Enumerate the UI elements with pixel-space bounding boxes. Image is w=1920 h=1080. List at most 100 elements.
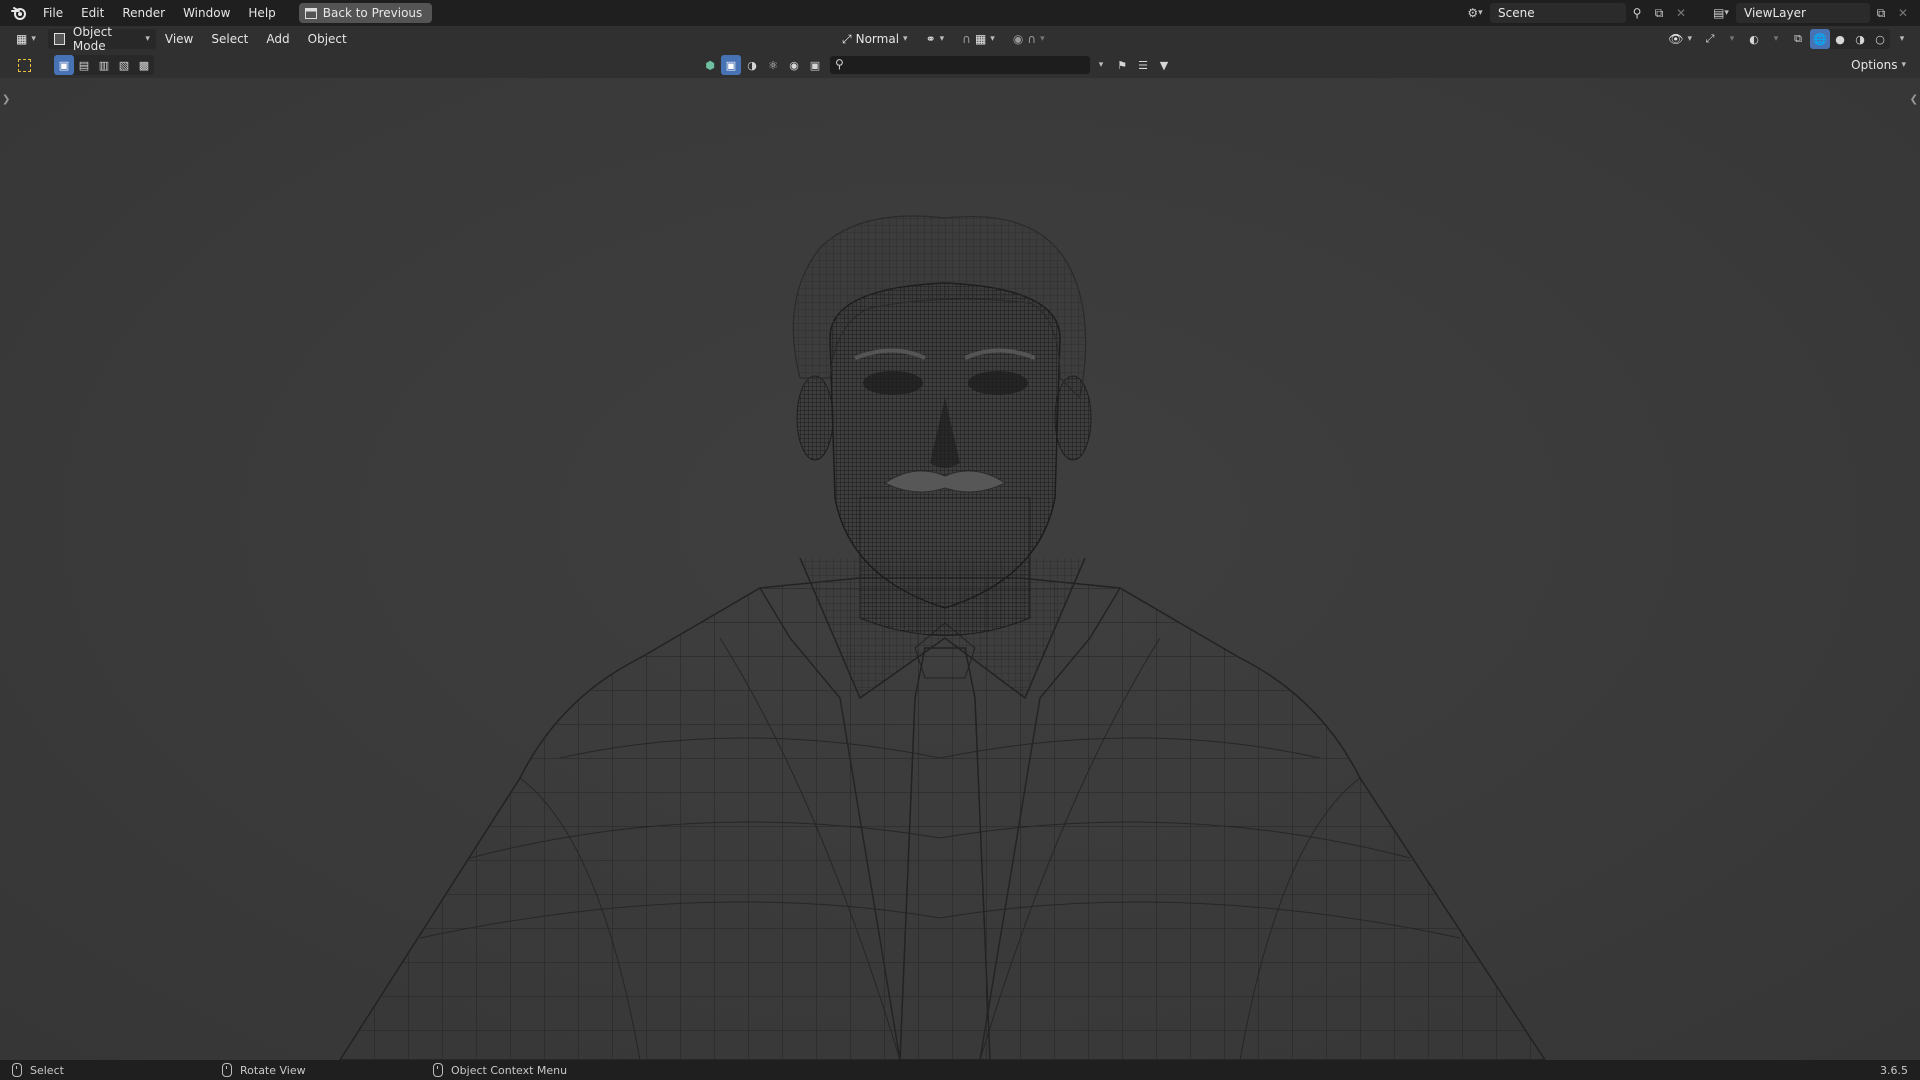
- square-icon: ▣: [725, 58, 737, 72]
- screen-back-icon: [304, 7, 317, 19]
- filter-funnel-icon: ▼: [1159, 58, 1169, 72]
- back-to-previous-label: Back to Previous: [322, 6, 423, 20]
- viewport-search-input[interactable]: ⚲: [830, 56, 1090, 74]
- wireframe-icon: 🌐: [1813, 32, 1827, 46]
- extend-selection-button[interactable]: ▤: [74, 55, 94, 75]
- wireframe-shading-button[interactable]: 🌐: [1810, 29, 1830, 49]
- solid-shading-button[interactable]: ●: [1830, 29, 1850, 49]
- orientation-icon: ⤢: [842, 31, 852, 46]
- mouse-middle-icon: [222, 1063, 232, 1077]
- blender-logo-icon[interactable]: [8, 2, 30, 24]
- transform-orientation-label: Normal: [855, 32, 900, 46]
- active-tool-icon[interactable]: [14, 55, 34, 75]
- select-extend-icon: ▤: [78, 58, 90, 72]
- overlays-toggle[interactable]: ◐: [1744, 29, 1764, 49]
- gizmo-dropdown[interactable]: ▾: [1722, 29, 1742, 49]
- mouse-left-icon: [12, 1063, 22, 1077]
- menu-render[interactable]: Render: [113, 0, 174, 26]
- topbar-right: ⚙ ▾ Scene ⚲ ⧉ ✕ ▤ ▾ ViewLayer ⧉ ✕: [1460, 0, 1920, 26]
- header-menu-add[interactable]: Add: [257, 26, 298, 52]
- subtract-selection-button[interactable]: ▥: [94, 55, 114, 75]
- select-invert-icon: ▧: [118, 58, 130, 72]
- view-layer-selector: ▤ ▾ ViewLayer ⧉ ✕: [1706, 3, 1920, 23]
- solid-sphere-icon: ●: [1835, 32, 1845, 46]
- mouse-right-icon: [433, 1063, 443, 1077]
- set-new-selection-button[interactable]: ▣: [54, 55, 74, 75]
- back-to-previous-button[interactable]: Back to Previous: [298, 3, 433, 23]
- pin-icon[interactable]: ⚲: [1626, 3, 1648, 23]
- view-layer-name: ViewLayer: [1744, 6, 1806, 20]
- viewport-header: ▦ ▾ Object Mode ▾ View Select Add Object …: [0, 25, 1920, 53]
- pivot-icon: ⚭: [925, 32, 936, 46]
- pivot-point-dropdown[interactable]: ⚭ ▾: [920, 29, 951, 49]
- mode-label: Object Mode: [72, 25, 113, 53]
- scene-name-field[interactable]: Scene: [1490, 3, 1626, 23]
- search-icon: ⚲: [835, 57, 844, 71]
- status-middle-click: Rotate View: [222, 1063, 306, 1077]
- snap-toggle[interactable]: ∩ ▦ ▾: [956, 29, 1001, 49]
- wireframe-character-model[interactable]: [0, 78, 1920, 1060]
- scene-browse-icon[interactable]: ⚙ ▾: [1460, 3, 1490, 23]
- mode-dropdown[interactable]: Object Mode ▾: [47, 25, 156, 53]
- select-new-icon: ▣: [58, 58, 70, 72]
- search-options-dropdown[interactable]: ▾: [1091, 55, 1111, 75]
- header-menu-select[interactable]: Select: [202, 26, 257, 52]
- object-visibility-dropdown[interactable]: 👁 ▾: [1662, 29, 1698, 49]
- scene-selector: ⚙ ▾ Scene ⚲ ⧉ ✕: [1460, 3, 1692, 23]
- header-menu-view[interactable]: View: [156, 26, 202, 52]
- shading-mode-group: 🌐 ● ◑ ○: [1810, 29, 1890, 49]
- transform-orientation-dropdown[interactable]: ⤢ Normal ▾: [836, 29, 914, 49]
- editor-type-icon: ▦: [16, 32, 28, 46]
- rendered-sphere-icon: ○: [1875, 32, 1885, 46]
- material-preview-button[interactable]: ◑: [1850, 29, 1870, 49]
- magnet-icon: ∩: [962, 32, 971, 46]
- filter-material-toggle[interactable]: ◑: [742, 55, 762, 75]
- delete-view-layer-icon[interactable]: ✕: [1892, 3, 1914, 23]
- menu-edit[interactable]: Edit: [72, 0, 113, 26]
- menu-window[interactable]: Window: [174, 0, 239, 26]
- status-middle-click-label: Rotate View: [240, 1063, 306, 1077]
- options-dropdown[interactable]: Options ▾: [1845, 55, 1912, 75]
- invert-selection-button[interactable]: ▧: [114, 55, 134, 75]
- status-left-click: Select: [12, 1063, 64, 1077]
- filter-render-toggle[interactable]: ▣: [805, 55, 825, 75]
- delete-scene-icon[interactable]: ✕: [1670, 3, 1692, 23]
- filter-mesh-toggle[interactable]: ⬢: [700, 55, 720, 75]
- header-menu-object[interactable]: Object: [299, 26, 356, 52]
- gizmo-toggle[interactable]: ⤢: [1700, 29, 1720, 49]
- overlays-dropdown[interactable]: ▾: [1766, 29, 1786, 49]
- filter-dropdown[interactable]: ▼: [1154, 55, 1174, 75]
- new-scene-icon[interactable]: ⧉: [1648, 3, 1670, 23]
- top-bar: File Edit Render Window Help Back to Pre…: [0, 0, 1920, 26]
- filter-scene-toggle[interactable]: ⚛: [763, 55, 783, 75]
- menu-help[interactable]: Help: [239, 0, 284, 26]
- menu-file[interactable]: File: [34, 0, 72, 26]
- world-icon: ◉: [789, 58, 799, 72]
- rendered-shading-button[interactable]: ○: [1870, 29, 1890, 49]
- falloff-icon: ∩: [1027, 32, 1037, 46]
- status-bar: Select Rotate View Object Context Menu 3…: [0, 1060, 1920, 1080]
- shading-options-dropdown[interactable]: ▾: [1892, 29, 1912, 49]
- status-right-click: Object Context Menu: [433, 1063, 567, 1077]
- editor-type-dropdown[interactable]: ▦ ▾: [10, 29, 42, 49]
- snap-increment-icon: ▦: [974, 32, 987, 46]
- view-layer-name-field[interactable]: ViewLayer: [1736, 3, 1870, 23]
- xray-toggle[interactable]: ⧉: [1788, 29, 1808, 49]
- tool-settings-bar: ▣ ▤ ▥ ▧ ▩ ⬢ ▣ ◑ ⚛ ◉ ▣ ⚲ ▾ ⚑ ☰ ▼ Options ▾: [0, 52, 1920, 79]
- overlays-icon: ◐: [1749, 32, 1759, 46]
- display-mode-dropdown[interactable]: ☰: [1133, 55, 1153, 75]
- filter-selected-toggle[interactable]: ▣: [721, 55, 741, 75]
- select-intersect-icon: ▩: [138, 58, 150, 72]
- view-layer-browse-icon[interactable]: ▤ ▾: [1706, 3, 1736, 23]
- gizmo-icon: ⤢: [1705, 32, 1715, 45]
- transform-tools: ⤢ Normal ▾ ⚭ ▾ ∩ ▦ ▾ ◉ ∩ ▾: [836, 29, 1051, 49]
- new-view-layer-icon[interactable]: ⧉: [1870, 3, 1892, 23]
- selection-mode-group: ▣ ▤ ▥ ▧ ▩: [54, 55, 154, 75]
- status-left-click-label: Select: [30, 1063, 64, 1077]
- filter-world-toggle[interactable]: ◉: [784, 55, 804, 75]
- intersect-selection-button[interactable]: ▩: [134, 55, 154, 75]
- camera-icon: ▣: [809, 58, 821, 72]
- 3d-viewport[interactable]: ❯ ❮: [0, 78, 1920, 1060]
- proportional-edit-toggle[interactable]: ◉ ∩ ▾: [1007, 29, 1051, 49]
- bookmark-icon[interactable]: ⚑: [1112, 55, 1132, 75]
